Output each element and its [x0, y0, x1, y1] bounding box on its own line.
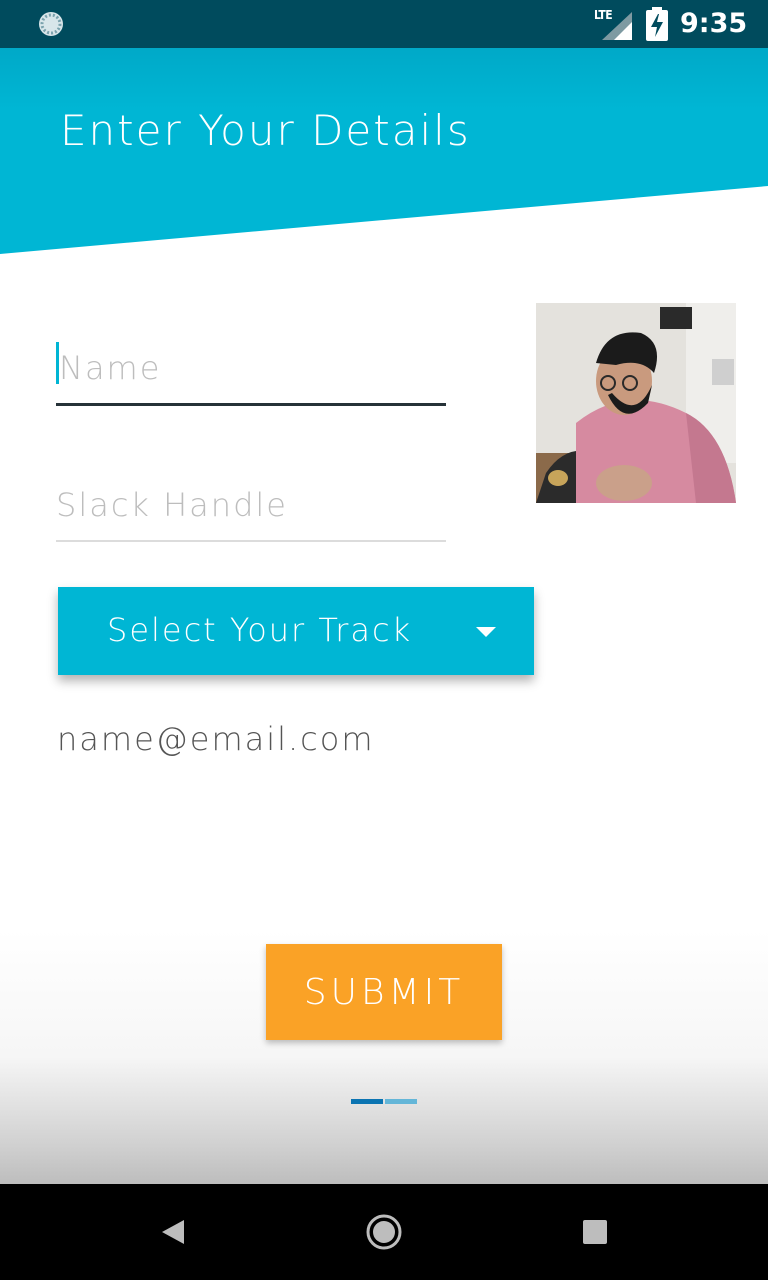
signal-icon: LTE [594, 8, 632, 40]
back-icon [162, 1220, 184, 1244]
page-indicator-active [351, 1099, 383, 1104]
profile-photo[interactable] [536, 303, 736, 503]
name-underline [56, 403, 446, 406]
page-indicator-inactive [385, 1099, 417, 1104]
status-bar: LTE 9:35 [0, 0, 768, 48]
text-cursor [56, 342, 59, 384]
home-button[interactable] [336, 1184, 432, 1280]
sync-icon [39, 12, 63, 36]
dropdown-arrow-icon [476, 627, 496, 637]
clock: 9:35 [680, 8, 748, 39]
page-title: Enter Your Details [60, 106, 471, 155]
select-track-label: Select Your Track [107, 611, 413, 649]
page-indicator [351, 1099, 417, 1104]
select-track-dropdown[interactable]: Select Your Track [58, 587, 534, 675]
back-button[interactable] [124, 1184, 220, 1280]
name-field[interactable] [56, 338, 449, 406]
home-icon [366, 1214, 402, 1250]
recents-button[interactable] [547, 1184, 643, 1280]
navigation-bar [0, 1184, 768, 1280]
recents-icon [583, 1220, 607, 1244]
email-text: name@email.com [57, 720, 375, 758]
slack-handle-field[interactable] [56, 476, 446, 542]
slack-handle-underline [56, 540, 446, 542]
submit-button[interactable]: SUBMIT [266, 944, 502, 1040]
name-input[interactable] [56, 338, 449, 398]
battery-charging-icon [646, 7, 668, 41]
slack-handle-input[interactable] [56, 476, 446, 534]
submit-label: SUBMIT [303, 971, 465, 1013]
